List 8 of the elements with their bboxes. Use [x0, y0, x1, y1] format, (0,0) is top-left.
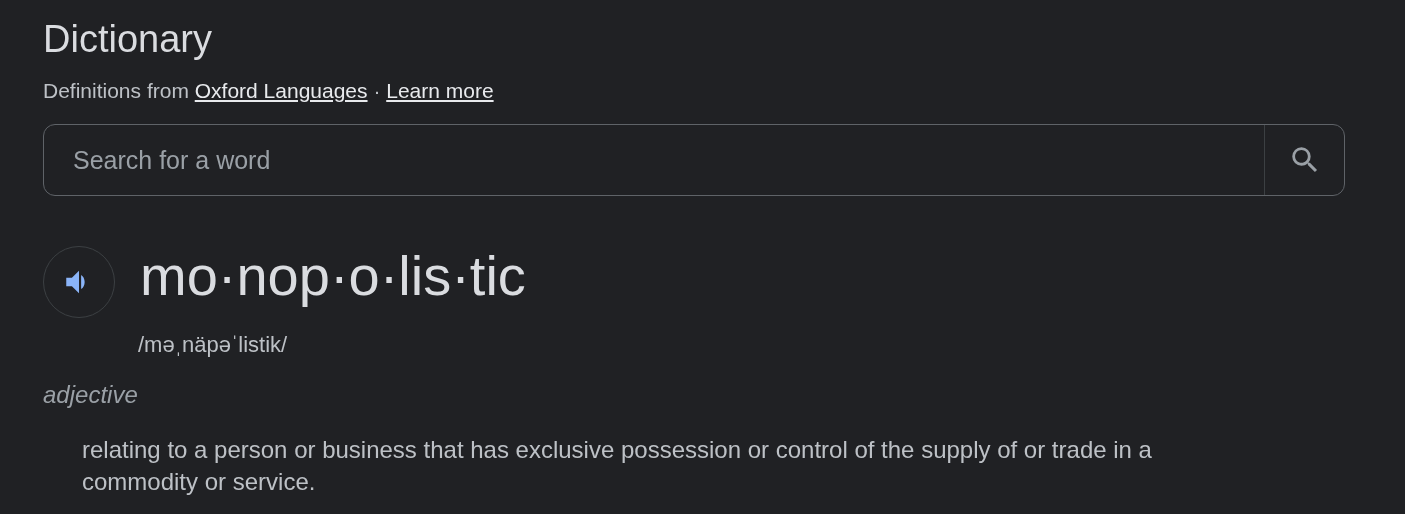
- definition: relating to a person or business that has exclusive possession or control of the supply of or trade in a commodity or service.: [82, 435, 1153, 497]
- learn-more-link[interactable]: Learn more: [386, 79, 494, 102]
- part-of-speech: adjective: [43, 380, 139, 410]
- source-link[interactable]: Oxford Languages: [194, 79, 368, 102]
- headword: mo·nop·o·lis·tic: [140, 244, 526, 308]
- source-attribution: Definitions from Oxford Languages · Learn more: [43, 78, 495, 104]
- pronunciation: /məˌnäpəˈlistik/: [138, 331, 289, 359]
- dictionary-title: Dictionary: [43, 17, 213, 62]
